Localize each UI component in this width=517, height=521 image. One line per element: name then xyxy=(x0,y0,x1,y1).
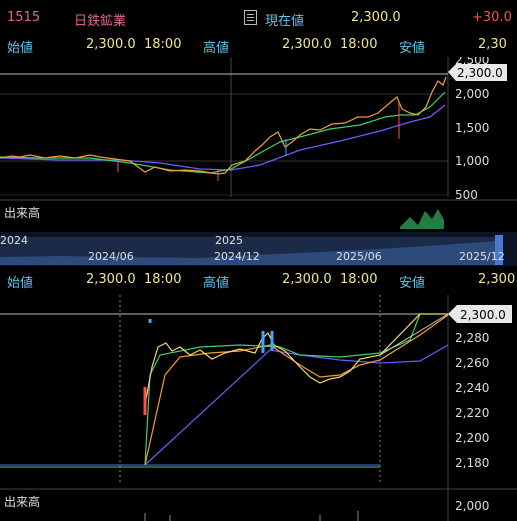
y-tick: 2,240 xyxy=(455,381,489,395)
y-tick: 2,260 xyxy=(455,356,489,370)
open-label: 始値 xyxy=(7,41,34,56)
high-time: 18:00 xyxy=(340,37,378,52)
stock-code: 1515 xyxy=(7,10,41,25)
volume-bars xyxy=(400,209,444,229)
y-tick: 2,200 xyxy=(455,431,489,445)
current-price-value: 2,300.0 xyxy=(351,10,401,25)
low-value: 2,300 xyxy=(478,272,516,287)
y-tick: 2,280 xyxy=(455,331,489,345)
y-tick: 1,000 xyxy=(455,154,489,168)
open-time: 18:00 xyxy=(144,272,182,287)
volume-label: 出来高 xyxy=(4,205,40,220)
y-tick: 2,000 xyxy=(455,87,489,101)
nav-date-label: 2025/06 xyxy=(336,250,382,263)
high-value: 2,300.0 xyxy=(282,37,332,52)
current-price-label: 現在値 xyxy=(265,14,305,29)
price-tag-top-text: 2,300.0 xyxy=(457,66,503,80)
nav-date-label: 2025/12 xyxy=(459,250,505,263)
price-line xyxy=(144,313,448,406)
ma-long-line xyxy=(0,104,446,171)
price-tag-bottom-text: 2,300.0 xyxy=(460,308,506,322)
y-tick: 2,000 xyxy=(455,499,489,513)
top-price-chart[interactable]: 2,500 2,000 1,500 1,000 500 2,300.0 出来高 … xyxy=(0,57,517,267)
volume-label: 出来高 xyxy=(4,494,40,509)
price-change: +30.0 xyxy=(472,10,512,25)
high-label: 高値 xyxy=(203,276,230,291)
low-label: 安値 xyxy=(399,276,426,291)
nav-date-label: 2024/12 xyxy=(214,250,260,263)
stock-name: 日鉄鉱業 xyxy=(74,14,127,29)
open-value: 2,300.0 xyxy=(86,272,136,287)
document-icon[interactable] xyxy=(244,10,257,25)
high-time: 18:00 xyxy=(340,272,378,287)
bottom-intraday-chart[interactable]: 2,280 2,260 2,240 2,220 2,200 2,180 2,00… xyxy=(0,295,517,521)
y-tick: 2,220 xyxy=(455,406,489,420)
open-label: 始値 xyxy=(7,276,34,291)
y-tick: 1,500 xyxy=(455,121,489,135)
high-label: 高値 xyxy=(203,41,230,56)
y-tick: 2,180 xyxy=(455,456,489,470)
nav-year-label: 2024 xyxy=(0,234,28,247)
low-label: 安値 xyxy=(399,41,426,56)
ma-mid-line xyxy=(144,313,421,466)
high-value: 2,300.0 xyxy=(282,272,332,287)
open-value: 2,300.0 xyxy=(86,37,136,52)
low-value: 2,30 xyxy=(478,37,507,52)
ma-short-line xyxy=(144,314,449,466)
nav-year-label: 2025 xyxy=(215,234,243,247)
open-time: 18:00 xyxy=(144,37,182,52)
nav-date-label: 2024/06 xyxy=(88,250,134,263)
